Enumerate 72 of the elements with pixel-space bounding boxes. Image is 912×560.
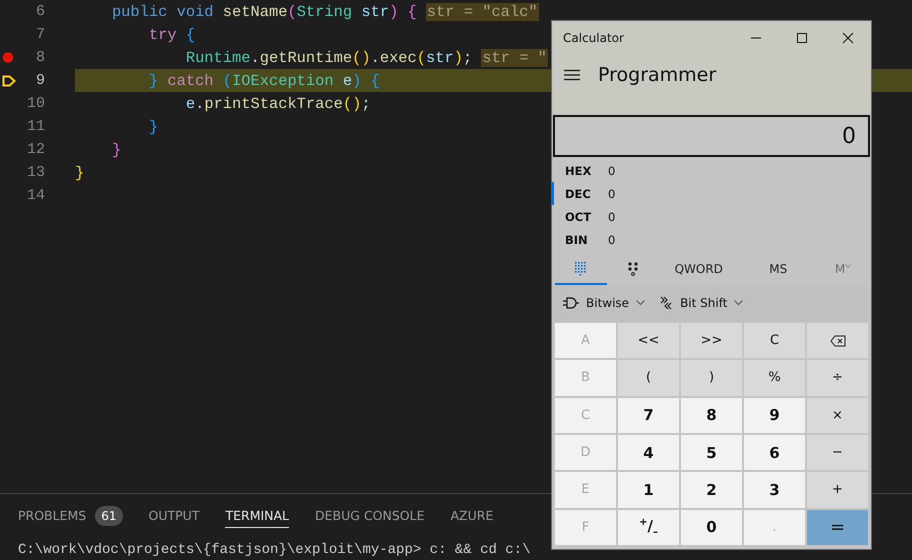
radix-row[interactable]: OCT 0 — [551, 205, 871, 228]
display-field: 0 — [553, 115, 870, 157]
panel-tab[interactable]: DEBUG CONSOLE — [315, 504, 424, 528]
key-button[interactable]: 0 — [681, 510, 742, 545]
double-chevron-icon — [659, 296, 674, 310]
window-title: Calculator — [563, 31, 625, 45]
key-button[interactable]: ) — [681, 360, 742, 396]
panel-tab[interactable]: AZURE — [450, 504, 494, 528]
key-button[interactable]: 3 — [744, 472, 805, 508]
line-number: 9 — [34, 72, 45, 89]
key-button[interactable]: C — [744, 323, 805, 358]
key-button[interactable]: 4 — [618, 434, 679, 470]
key-button[interactable] — [807, 323, 868, 358]
backspace-icon — [830, 334, 846, 347]
code-line: Runtime.getRuntime().exec(str); — [184, 48, 472, 66]
key-button[interactable]: 7 — [618, 398, 679, 433]
logic-gate-icon — [563, 297, 579, 309]
key-button[interactable]: ÷ — [807, 360, 868, 396]
bitwise-dropdown[interactable]: Bitwise — [563, 296, 646, 310]
radix-row[interactable]: BIN 0 — [551, 228, 871, 251]
code-line: } catch (IOException e) { — [148, 72, 380, 90]
chevron-down-icon — [734, 300, 744, 306]
key-button[interactable]: 9 — [744, 398, 805, 433]
key-button[interactable]: >> — [681, 323, 742, 358]
key-button[interactable]: × — [807, 398, 868, 433]
bit-toggle-icon — [627, 262, 639, 276]
terminal-line: C:\work\vdoc\projects\{fastjson}\exploit\my-app> c: && cd c:\ — [18, 542, 530, 558]
key-button[interactable]: − — [807, 434, 868, 470]
code-line: } — [75, 164, 84, 182]
key-button[interactable]: 1 — [618, 472, 679, 508]
key-button[interactable]: = — [807, 510, 868, 545]
key-button[interactable]: 6 — [744, 434, 805, 470]
menu-icon — [564, 69, 580, 81]
line-number: 14 — [26, 187, 45, 204]
caret-icon — [845, 264, 852, 268]
panel-tab[interactable]: OUTPUT — [148, 504, 200, 528]
chevron-down-icon — [636, 300, 646, 306]
maximize-icon — [796, 32, 808, 44]
count-badge: 61 — [95, 506, 123, 526]
code-line: } — [110, 140, 122, 158]
keypad-icon — [575, 262, 587, 276]
key-button[interactable]: << — [618, 323, 679, 358]
key-button[interactable]: ( — [618, 360, 679, 396]
line-number: 7 — [34, 26, 45, 43]
mode-title: Programmer — [598, 64, 716, 86]
line-number: 13 — [26, 164, 45, 181]
calc-tab[interactable]: MS — [738, 255, 818, 285]
line-number: 10 — [26, 95, 45, 112]
panel-tab[interactable]: PROBLEMS — [18, 504, 86, 528]
close-icon — [842, 32, 854, 44]
radix-row[interactable]: DEC 0 — [551, 182, 871, 205]
line-number: 6 — [34, 3, 45, 20]
key-button[interactable]: + — [807, 472, 868, 508]
key-button[interactable]: % — [744, 360, 805, 396]
line-number: 12 — [26, 141, 45, 158]
bit-shift-dropdown[interactable]: Bit Shift — [659, 296, 744, 310]
code-line: } — [148, 118, 158, 136]
key-button[interactable]: 5 — [681, 434, 742, 470]
code-line: e.printStackTrace(); — [184, 94, 371, 112]
key-button[interactable]: 2 — [681, 472, 742, 508]
key-button[interactable]: $^{+}$/$_{–}$ — [618, 510, 679, 545]
code-line: public void setName(String str) { — [110, 2, 417, 20]
panel-tab[interactable]: TERMINAL — [225, 504, 290, 528]
code-line: try { — [148, 26, 196, 44]
inline-value-hint: str = "calc" — [426, 2, 539, 20]
inline-value-hint: str = " — [481, 48, 548, 66]
calc-tab[interactable]: QWORD — [659, 255, 738, 285]
line-number: 8 — [0, 49, 45, 66]
menu-button[interactable] — [564, 69, 580, 81]
radix-row[interactable]: HEX 0 — [551, 159, 871, 182]
line-number: 11 — [26, 118, 45, 135]
key-button[interactable]: 8 — [681, 398, 742, 433]
